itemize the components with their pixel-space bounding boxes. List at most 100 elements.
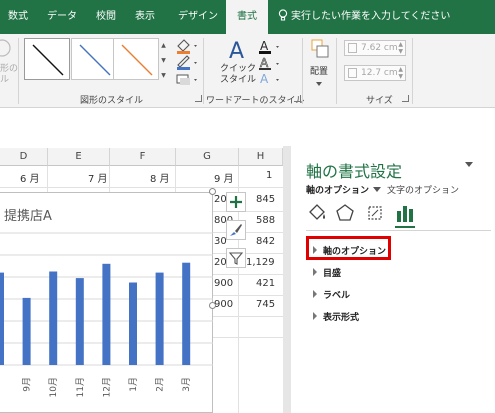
pane-divider <box>306 230 491 231</box>
pane-splitter[interactable] <box>283 146 291 413</box>
cell-h[interactable]: 421 <box>256 278 275 289</box>
column-header-d[interactable]: D <box>0 148 48 166</box>
axis-options-dropdown-icon[interactable] <box>373 187 382 192</box>
shape-width-field[interactable]: 12.7 cm ▲ ▼ <box>344 65 406 81</box>
worksheet[interactable]: D E F G H 6 月 7 月 8 月 9 月 1 20 800 30 20… <box>0 108 283 413</box>
arrange-dropdown-icon[interactable] <box>316 82 322 86</box>
cell-h[interactable]: 845 <box>256 194 275 205</box>
width-spinner-icon[interactable]: ▲ ▼ <box>398 66 403 80</box>
chart-category-label: 10月 <box>48 377 59 397</box>
cell-h[interactable]: 588 <box>256 215 275 226</box>
lightbulb-icon <box>278 9 288 21</box>
cell-g[interactable]: 30 <box>214 236 227 247</box>
section-tick-marks[interactable]: 目盛 <box>313 266 341 279</box>
size-group-label: サイズ <box>366 96 393 106</box>
chart-bar <box>155 272 164 365</box>
shape-style-blue[interactable] <box>71 38 117 80</box>
cell-f-month[interactable]: 8 月 <box>150 170 170 185</box>
shape-height-field[interactable]: 7.62 cm ▲ ▼ <box>344 40 406 56</box>
group-separator <box>336 38 337 104</box>
shape-effects-icon[interactable] <box>176 74 190 85</box>
expand-arrow-icon <box>313 268 317 276</box>
quick-style-label[interactable]: クイック スタイル <box>220 64 256 86</box>
chart-area[interactable]: 提携店A 9月 10月 11月 12月 1月 2月 3月 <box>0 192 213 413</box>
cell-g[interactable]: 900 <box>214 278 233 289</box>
cell-g-month[interactable]: 9 月 <box>214 170 234 185</box>
quick-style-a-icon[interactable]: A <box>226 36 252 62</box>
ribbon-format: 形の ル ▲ ▼ ▼ 図形のスタイル A クイック スタイル A A A ワード… <box>0 34 495 108</box>
cell-h-month[interactable]: 1 <box>266 170 272 181</box>
text-outline-icon[interactable]: A <box>259 56 271 70</box>
chart-filters-button[interactable] <box>226 248 246 268</box>
column-header-e[interactable]: E <box>48 148 110 166</box>
effects-tab[interactable] <box>334 202 356 226</box>
expand-arrow-icon <box>313 312 317 320</box>
tell-me-text: 実行したい作業を入力してください <box>291 11 451 22</box>
height-spinner-icon[interactable]: ▲ ▼ <box>398 41 403 55</box>
tab-design[interactable]: デザイン <box>172 0 224 34</box>
gridline <box>213 274 283 275</box>
cell-d-month[interactable]: 6 月 <box>20 170 40 185</box>
brush-icon <box>230 224 242 236</box>
shape-fill-icon[interactable] <box>177 39 190 54</box>
wordart-styles-label: ワードアートのスタイル <box>206 96 305 106</box>
cell-h[interactable]: 1,129 <box>246 257 275 268</box>
axis-options-tab[interactable] <box>394 202 416 228</box>
chart-bar <box>22 297 31 365</box>
column-header-g[interactable]: G <box>176 148 239 166</box>
chart-resize-handle[interactable] <box>209 188 216 195</box>
wordart-launcher[interactable] <box>294 95 301 102</box>
cell-g[interactable]: 20 <box>214 257 227 268</box>
text-fill-icon[interactable]: A <box>259 39 271 54</box>
tab-formulas[interactable]: 数式 <box>0 0 36 34</box>
size-launcher[interactable] <box>402 95 409 102</box>
shape-styles-launcher[interactable] <box>195 95 202 102</box>
gallery-more-icon[interactable]: ▼ <box>159 68 168 83</box>
cell-h[interactable]: 842 <box>256 236 275 247</box>
chart-category-label: 9月 <box>22 377 33 392</box>
column-header-h[interactable]: H <box>239 148 283 166</box>
column-header-f[interactable]: F <box>110 148 176 166</box>
line-style-preview-black <box>32 44 64 76</box>
tab-review[interactable]: 校閲 <box>88 0 124 34</box>
size-properties-tab[interactable] <box>364 202 386 226</box>
cell-e-month[interactable]: 7 月 <box>88 170 108 185</box>
chart-styles-button[interactable] <box>226 220 246 240</box>
tab-view[interactable]: 表示 <box>126 0 164 34</box>
arrange-label[interactable]: 配置 <box>310 64 328 77</box>
fill-line-tab[interactable] <box>306 202 328 226</box>
cell-g[interactable]: 20 <box>214 194 227 205</box>
tell-me-box[interactable]: 実行したい作業を入力してください <box>278 0 450 34</box>
arrange-icon[interactable] <box>310 38 332 62</box>
tab-data[interactable]: データ <box>38 0 86 34</box>
chart-elements-button[interactable] <box>226 192 246 212</box>
chart-category-label: 3月 <box>181 377 192 392</box>
pane-title: 軸の書式設定 <box>306 162 403 181</box>
text-effects-icon[interactable]: A <box>260 72 269 86</box>
pane-options-dropdown-icon[interactable] <box>465 162 473 167</box>
section-labels[interactable]: ラベル <box>313 288 350 301</box>
svg-text:A: A <box>260 39 269 53</box>
shape-styles-label: 図形のスタイル <box>80 96 144 106</box>
gridline <box>213 337 283 338</box>
gridline <box>109 166 110 192</box>
chart-resize-handle[interactable] <box>209 302 216 309</box>
svg-text:A: A <box>229 39 244 62</box>
section-number-format[interactable]: 表示形式 <box>313 310 359 323</box>
shape-style-black[interactable] <box>24 38 70 80</box>
tab-axis-options[interactable]: 軸のオプション <box>306 186 369 196</box>
gallery-up-icon[interactable]: ▲ <box>159 38 168 53</box>
cell-g[interactable]: 900 <box>214 299 233 310</box>
shape-style-orange[interactable] <box>113 38 159 80</box>
tab-format[interactable]: 書式 <box>226 0 268 34</box>
shape-outline-icon[interactable] <box>177 55 190 70</box>
group-separator <box>412 38 413 104</box>
tab-text-options[interactable]: 文字のオプション <box>387 186 459 196</box>
style-gallery-scroll[interactable]: ▲ ▼ ▼ <box>159 38 168 84</box>
pentagon-icon <box>336 204 354 221</box>
cell-h[interactable]: 745 <box>256 299 275 310</box>
chart-bars <box>0 262 191 365</box>
gallery-down-icon[interactable]: ▼ <box>159 53 168 68</box>
ribbon-tab-bar: 数式 データ 校閲 表示 デザイン 書式 実行したい作業を入力してください <box>0 0 495 34</box>
gridline <box>47 166 48 192</box>
